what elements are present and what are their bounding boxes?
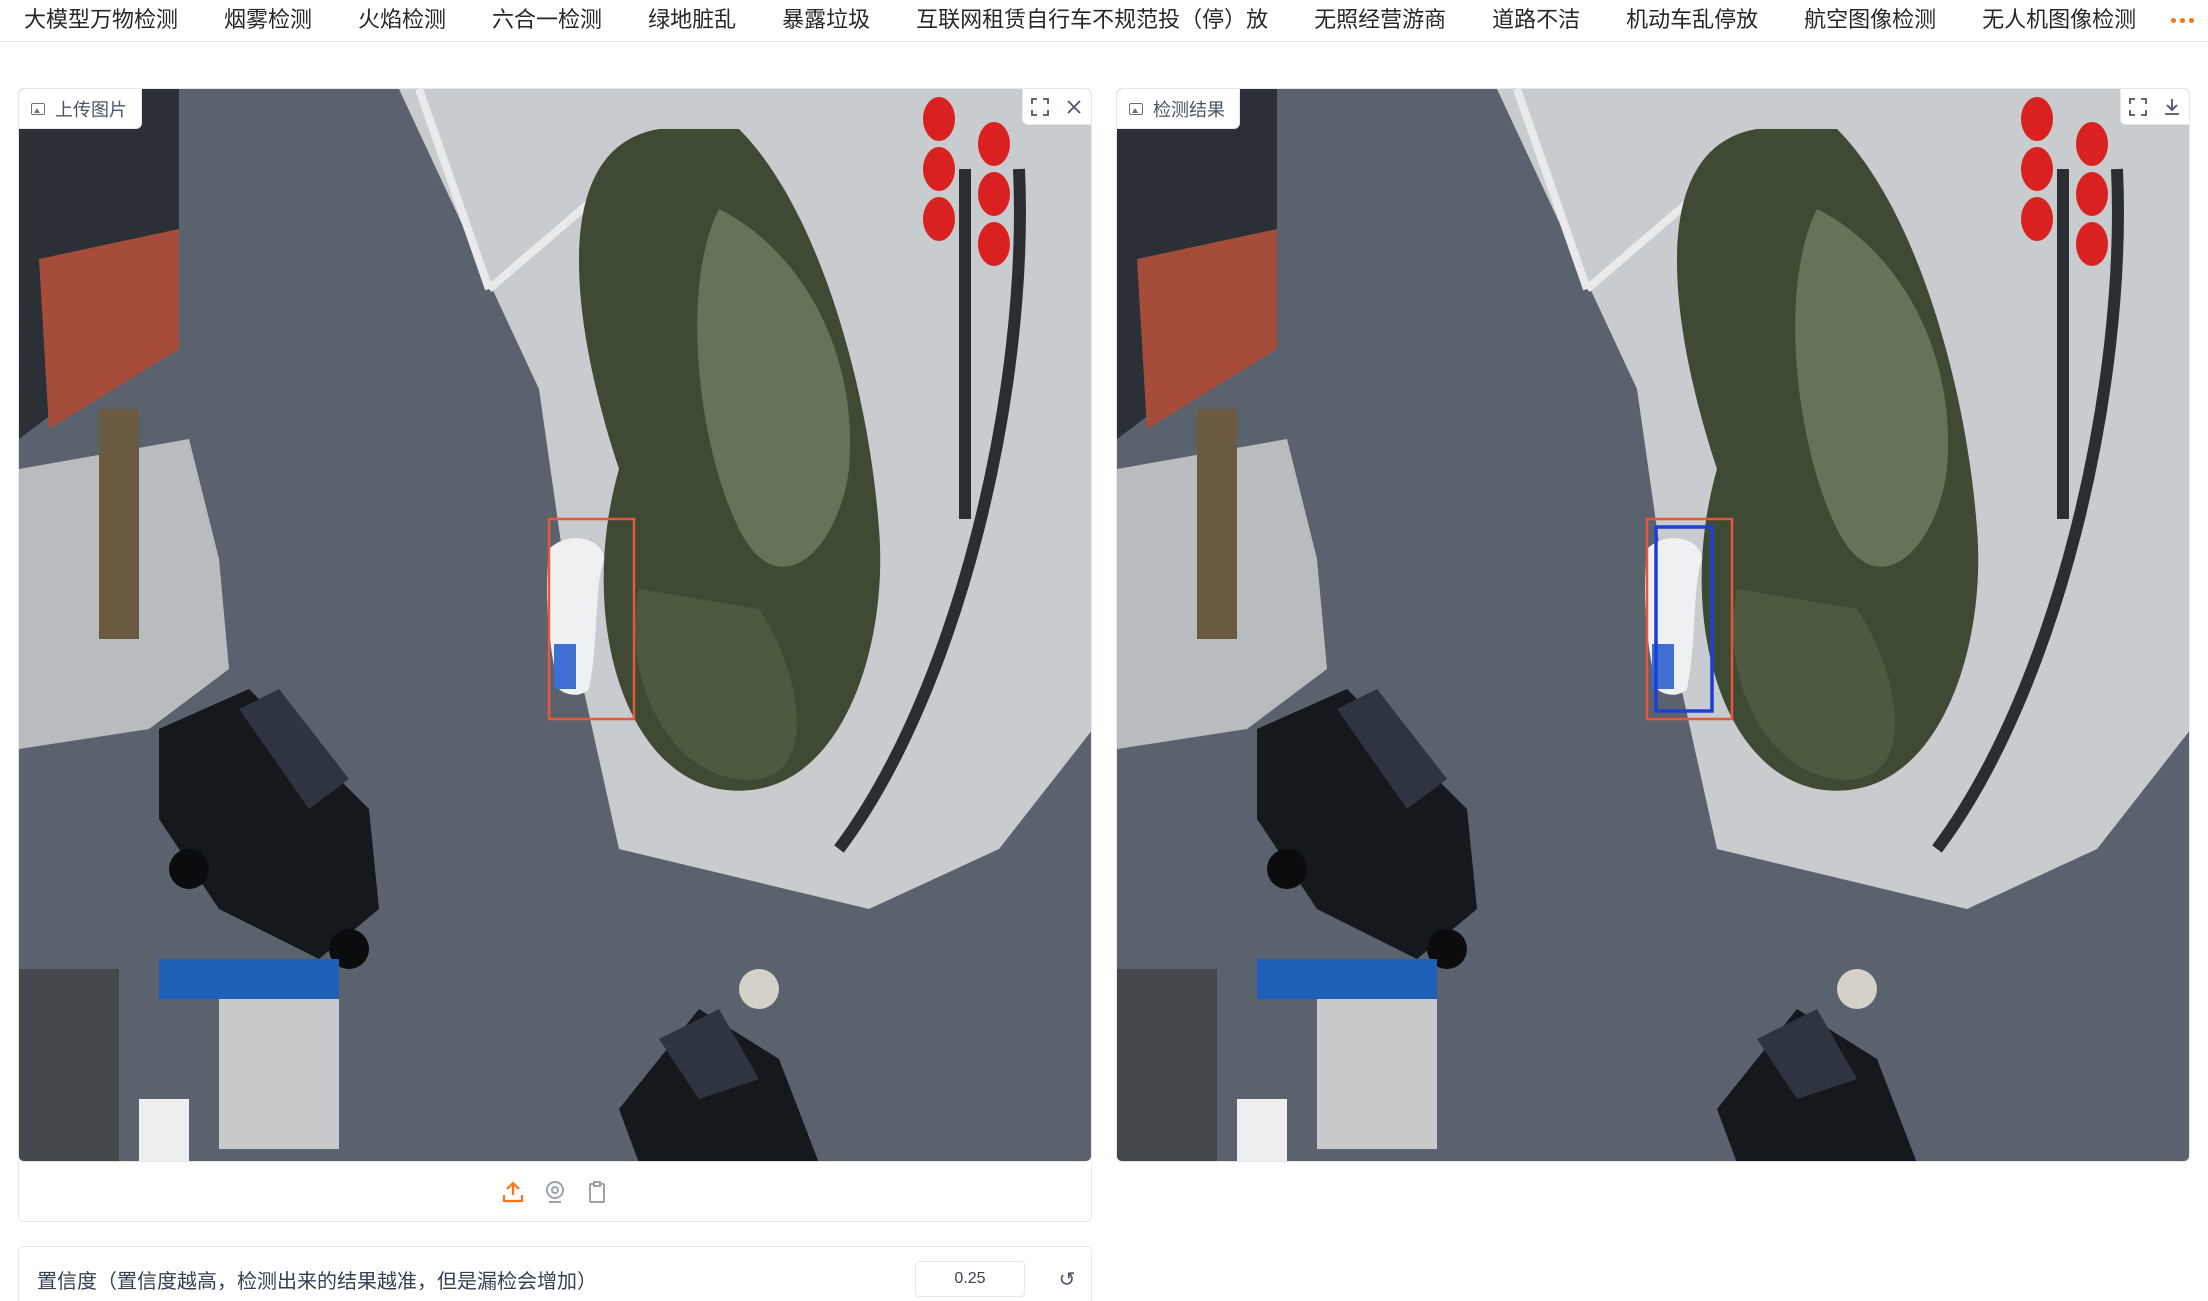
tab-green-space-mess[interactable]: 绿地脏乱 (648, 2, 736, 38)
result-image-panel: 检测结果 (1116, 88, 2190, 1162)
tab-list: 大模型万物检测 烟雾检测 火焰检测 六合一检测 绿地脏乱 暴露垃圾 互联网租赁自… (0, 0, 2182, 40)
result-image (1117, 89, 2189, 1161)
result-panel-tools (2120, 89, 2189, 125)
fullscreen-button[interactable] (1023, 90, 1057, 124)
tab-vehicle-parking[interactable]: 机动车乱停放 (1626, 2, 1758, 38)
tab-six-in-one[interactable]: 六合一检测 (492, 2, 602, 38)
download-button[interactable] (2155, 90, 2189, 124)
input-panel-tools (1022, 89, 1091, 125)
webcam-icon (546, 1180, 564, 1203)
tab-aerial-detection[interactable]: 航空图像检测 (1804, 2, 1936, 38)
reset-icon: ↺ (1058, 1268, 1076, 1291)
confidence-value-input[interactable]: 0.25 (915, 1261, 1025, 1297)
upload-icon (502, 1180, 524, 1202)
more-tabs-button[interactable] (2160, 0, 2204, 40)
image-icon (1129, 102, 1143, 115)
clipboard-button[interactable] (584, 1179, 610, 1205)
tab-bike-parking[interactable]: 互联网租赁自行车不规范投（停）放 (916, 2, 1268, 38)
tab-exposed-garbage[interactable]: 暴露垃圾 (782, 2, 870, 38)
tab-unlicensed-vendor[interactable]: 无照经营游商 (1314, 2, 1446, 38)
clipboard-icon (589, 1180, 605, 1203)
panel-label-upload: 上传图片 (19, 89, 142, 129)
tab-smoke-detection[interactable]: 烟雾检测 (224, 2, 312, 38)
confidence-slider-block: 置信度（置信度越高，检测出来的结果越准，但是漏检会增加） 0.25 ↺ (18, 1246, 1092, 1301)
ellipsis-icon (2170, 17, 2176, 23)
input-image-panel[interactable]: 上传图片 (18, 88, 1092, 1162)
tab-bar: 大模型万物检测 烟雾检测 火焰检测 六合一检测 绿地脏乱 暴露垃圾 互联网租赁自… (0, 0, 2208, 42)
close-icon (1067, 99, 1081, 114)
fullscreen-icon (1031, 97, 1049, 116)
tab-drone-detection[interactable]: 无人机图像检测 (1982, 2, 2136, 38)
image-icon (31, 102, 45, 115)
tab-large-model-detection[interactable]: 大模型万物检测 (24, 2, 178, 38)
reset-button[interactable]: ↺ (1049, 1261, 1085, 1297)
panel-label-result: 检测结果 (1117, 89, 1240, 129)
webcam-button[interactable] (542, 1179, 568, 1205)
uploaded-image (19, 89, 1091, 1161)
fullscreen-icon (2129, 97, 2147, 116)
upload-toolbar (18, 1162, 1092, 1222)
download-icon (2165, 98, 2179, 115)
confidence-label: 置信度（置信度越高，检测出来的结果越准，但是漏检会增加） (37, 1271, 597, 1293)
upload-button[interactable] (500, 1179, 526, 1205)
tab-dirty-road[interactable]: 道路不洁 (1492, 2, 1580, 38)
close-button[interactable] (1057, 90, 1091, 124)
tab-flame-detection[interactable]: 火焰检测 (358, 2, 446, 38)
fullscreen-button[interactable] (2121, 90, 2155, 124)
